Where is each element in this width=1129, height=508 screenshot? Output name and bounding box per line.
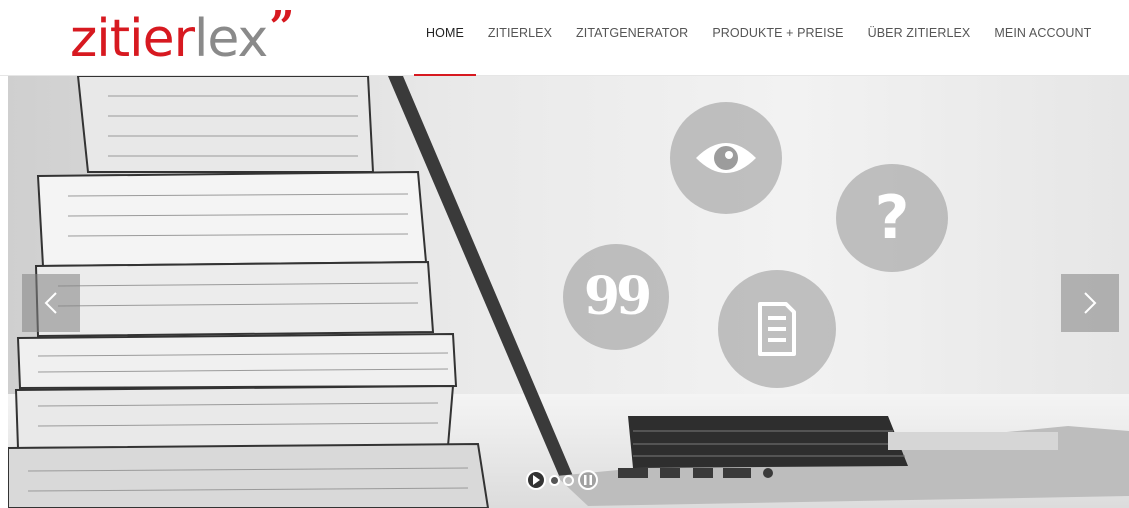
question-circle: ? bbox=[836, 164, 948, 272]
eye-icon bbox=[696, 143, 756, 173]
logo[interactable]: zitierlex” bbox=[70, 2, 295, 76]
slider-dot-2[interactable] bbox=[563, 474, 574, 486]
question-icon: ? bbox=[874, 183, 910, 253]
next-arrow-icon bbox=[1084, 292, 1097, 314]
document-circle bbox=[718, 270, 836, 388]
slider-next-button[interactable] bbox=[1061, 274, 1119, 332]
slider-dot-1[interactable] bbox=[549, 474, 560, 486]
slider-controls bbox=[526, 467, 598, 493]
play-icon bbox=[533, 475, 540, 485]
nav-item-zitatgenerator[interactable]: ZITATGENERATOR bbox=[564, 0, 700, 76]
slider-pause-button[interactable] bbox=[578, 470, 598, 490]
hero-slider: ? 99 bbox=[8, 76, 1129, 508]
logo-quote-mark: ” bbox=[269, 2, 294, 53]
slider-prev-button[interactable] bbox=[22, 274, 80, 332]
nav-item-mein-account[interactable]: MEIN ACCOUNT bbox=[982, 0, 1103, 76]
quote-circle: 99 bbox=[563, 244, 669, 350]
main-nav: HOME ZITIERLEX ZITATGENERATOR PRODUKTE +… bbox=[414, 0, 1103, 76]
quote-icon: 99 bbox=[583, 266, 652, 327]
eye-circle bbox=[670, 102, 782, 214]
logo-text-red: zitier bbox=[70, 9, 195, 69]
slider-play-button[interactable] bbox=[526, 470, 546, 490]
site-header: zitierlex” HOME ZITIERLEX ZITATGENERATOR… bbox=[0, 0, 1129, 76]
nav-item-ueber-zitierlex[interactable]: ÜBER ZITIERLEX bbox=[856, 0, 983, 76]
pause-icon bbox=[584, 475, 592, 485]
logo-text-grey: lex bbox=[193, 9, 268, 69]
nav-item-home[interactable]: HOME bbox=[414, 0, 476, 76]
prev-arrow-icon bbox=[44, 292, 57, 314]
document-icon bbox=[758, 302, 796, 356]
nav-item-produkte-preise[interactable]: PRODUKTE + PREISE bbox=[700, 0, 855, 76]
nav-item-zitierlex[interactable]: ZITIERLEX bbox=[476, 0, 564, 76]
